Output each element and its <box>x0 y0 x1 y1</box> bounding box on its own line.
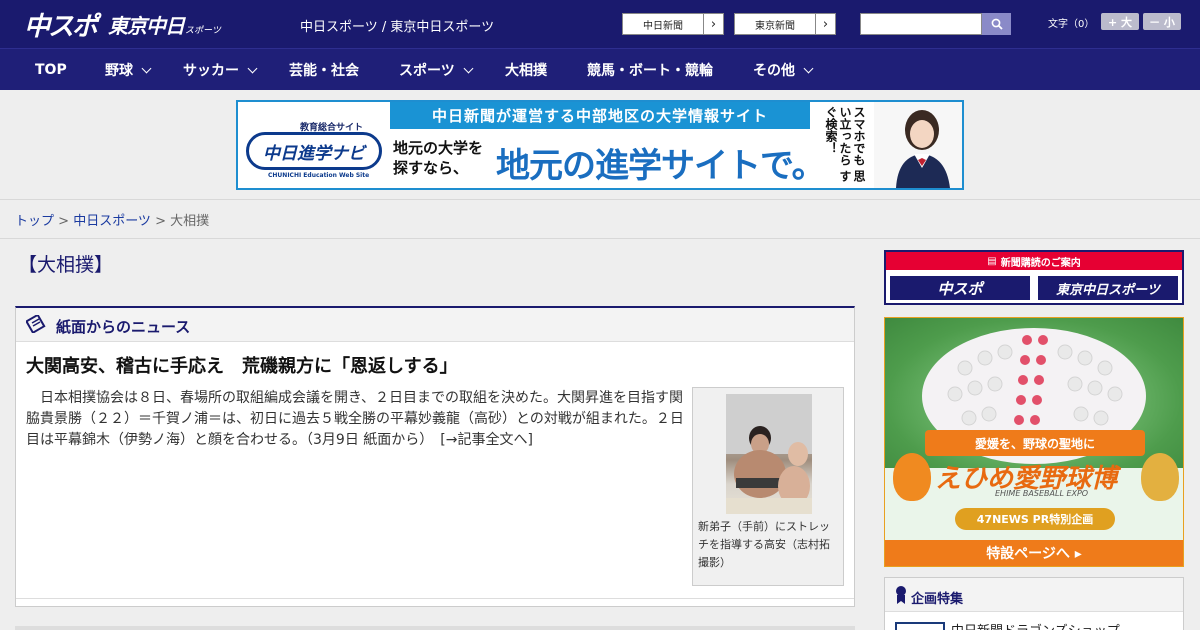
site-header: 中スポ 東京中日 スポーツ 中日スポーツ / 東京中日スポーツ 中日新聞 › 東… <box>0 0 1200 48</box>
site-title: 中日スポーツ / 東京中日スポーツ <box>300 20 495 35</box>
nav-label: 競馬・ボート・競輪 <box>587 63 713 79</box>
subscribe-tokyo-chunichi-button[interactable]: 東京中日スポーツ <box>1036 274 1180 302</box>
nav-item-baseball[interactable]: 野球 <box>105 49 152 91</box>
mascot-left-illustration <box>893 453 931 501</box>
subscription-header: ▤ 新聞購読のご案内 <box>886 252 1182 270</box>
article-summary[interactable]: 日本相撲協会は８日、春場所の取組編成会議を開き、２日目までの取組を決めた。大関昇… <box>26 388 686 451</box>
page-title: 【大相撲】 <box>18 254 114 276</box>
news-box-divider <box>16 598 854 599</box>
breadcrumb-separator: > <box>150 214 171 229</box>
nav-item-sports[interactable]: スポーツ <box>399 49 474 91</box>
breadcrumb-chunichi-link[interactable]: 中日スポーツ <box>73 214 151 229</box>
nav-label: サッカー <box>183 63 239 79</box>
font-size-label: 文字（0） <box>1048 19 1095 30</box>
breadcrumb-divider <box>0 238 1200 239</box>
search-button[interactable] <box>982 13 1011 35</box>
ribbon-badge-icon <box>896 586 906 604</box>
ehime-baseball-expo-ad[interactable]: 愛媛を、野球の聖地に えひめ愛野球博 EHIME BASEBALL EXPO 4… <box>884 317 1184 567</box>
dragons-shop-thumbnail[interactable] <box>895 622 945 630</box>
chevron-down-icon <box>247 63 258 73</box>
nav-item-soccer[interactable]: サッカー <box>183 49 258 91</box>
ad-logo-sub: CHUNICHI Education Web Site <box>268 172 370 179</box>
shingaku-navi-ad[interactable]: 教育総合サイト 中日進学ナビ CHUNICHI Education Web Si… <box>236 100 964 190</box>
nav-item-other[interactable]: その他 <box>753 49 814 91</box>
ad-headline: 地元の進学サイトで。 <box>496 146 826 186</box>
feature-title: 企画特集 <box>911 592 964 607</box>
breadcrumb-current: 大相撲 <box>170 214 210 229</box>
article-photo-box: 新弟子（手前）にストレッチを指導する高安（志村拓撮影） <box>692 387 844 586</box>
article-headline[interactable]: 大関高安、稽古に手応え 荒磯親方に「恩返しする」 <box>26 352 458 378</box>
nav-label: TOP <box>35 62 67 78</box>
mascot-right-illustration <box>1141 453 1179 501</box>
nav-label: 大相撲 <box>505 63 547 79</box>
ad-sub-line-1: 地元の大学を <box>393 139 484 157</box>
ehime-special-page-button[interactable]: 特設ページへ ▸ <box>885 540 1183 566</box>
ad-model-photo <box>874 102 962 188</box>
news-box-header: 紙面からのニュース <box>16 308 854 342</box>
chevron-right-icon: › <box>815 14 835 34</box>
breadcrumb: トップ > 中日スポーツ > 大相撲 <box>15 210 209 229</box>
ad-topline: 中日新聞が運営する中部地区の大学情報サイト <box>390 102 810 129</box>
model-illustration <box>896 110 950 188</box>
nav-label: 野球 <box>105 63 133 79</box>
ad-sub-text: 地元の大学を 探すなら、 <box>393 138 483 178</box>
feature-box: 企画特集 中日新聞ドラゴンズショップ <box>884 577 1184 630</box>
chevron-down-icon <box>463 63 474 73</box>
subscription-box: ▤ 新聞購読のご案内 中スポ 東京中日スポーツ <box>884 250 1184 305</box>
nav-label: スポーツ <box>399 63 455 79</box>
newspaper-icon <box>26 315 46 333</box>
ad-logo-text: 中日進学ナビ <box>263 143 365 164</box>
nav-item-entertainment[interactable]: 芸能・社会 <box>289 49 359 91</box>
chunichi-shimbun-label: 中日新聞 <box>643 20 683 32</box>
main-nav: TOP 野球 サッカー 芸能・社会 スポーツ 大相撲 競馬・ボート・競輪 その他 <box>0 48 1200 90</box>
chevron-right-icon: › <box>703 14 723 34</box>
chunichi-shimbun-link[interactable]: 中日新聞 › <box>622 13 724 35</box>
subscribe-chuspo-button[interactable]: 中スポ <box>888 274 1032 302</box>
newspaper-icon: ▤ <box>987 255 997 267</box>
site-logo[interactable]: 中スポ 東京中日 スポーツ <box>24 6 221 43</box>
ehime-pr-badge: 47NEWS PR特別企画 <box>955 508 1115 530</box>
news-box-title: 紙面からのニュース <box>56 318 191 336</box>
logo-tokyo-suffix: スポーツ <box>185 25 221 36</box>
chevron-down-icon <box>803 63 814 73</box>
ad-logo: 中日進学ナビ <box>246 132 382 170</box>
logo-tokyo-chunichi[interactable]: 東京中日 <box>108 10 185 39</box>
nav-item-sumo[interactable]: 大相撲 <box>505 49 547 91</box>
logo-chuspo[interactable]: 中スポ <box>24 6 98 43</box>
feature-item-dragons-shop[interactable]: 中日新聞ドラゴンズショップ <box>951 620 1120 630</box>
ad-vertical-copy: スマホでも 思い立ったら すぐ検索！ <box>824 106 866 183</box>
breadcrumb-separator: > <box>54 214 74 229</box>
feature-header: 企画特集 <box>885 578 1183 612</box>
tokyo-shimbun-label: 東京新聞 <box>755 20 795 32</box>
font-larger-button[interactable]: + 大 <box>1101 13 1139 30</box>
font-smaller-button[interactable]: － 小 <box>1143 13 1181 30</box>
nav-label: 芸能・社会 <box>289 63 359 79</box>
tokyo-shimbun-link[interactable]: 東京新聞 › <box>734 13 836 35</box>
ad-logo-area: 教育総合サイト 中日進学ナビ CHUNICHI Education Web Si… <box>238 102 390 188</box>
sumo-photo-illustration <box>726 394 812 514</box>
chevron-down-icon <box>141 63 152 73</box>
banner-area: 教育総合サイト 中日進学ナビ CHUNICHI Education Web Si… <box>0 90 1200 200</box>
search-icon <box>991 18 1003 30</box>
photo-caption: 新弟子（手前）にストレッチを指導する高安（志村拓撮影） <box>698 520 830 569</box>
ehime-ribbon: 愛媛を、野球の聖地に <box>925 430 1145 456</box>
next-box-edge <box>15 626 855 630</box>
article-photo[interactable] <box>726 394 812 514</box>
breadcrumb-top-link[interactable]: トップ <box>15 214 54 229</box>
ad-sub-line-2: 探すなら、 <box>393 159 469 177</box>
ehime-expo-en: EHIME BASEBALL EXPO <box>995 489 1089 498</box>
nav-item-top[interactable]: TOP <box>35 49 67 91</box>
subscription-title: 新聞購読のご案内 <box>1000 257 1081 269</box>
search-input[interactable] <box>860 13 982 35</box>
nav-label: その他 <box>753 63 795 79</box>
newspaper-news-box: 紙面からのニュース 大関高安、稽古に手応え 荒磯親方に「恩返しする」 日本相撲協… <box>15 306 855 607</box>
nav-item-racing[interactable]: 競馬・ボート・競輪 <box>587 49 713 91</box>
